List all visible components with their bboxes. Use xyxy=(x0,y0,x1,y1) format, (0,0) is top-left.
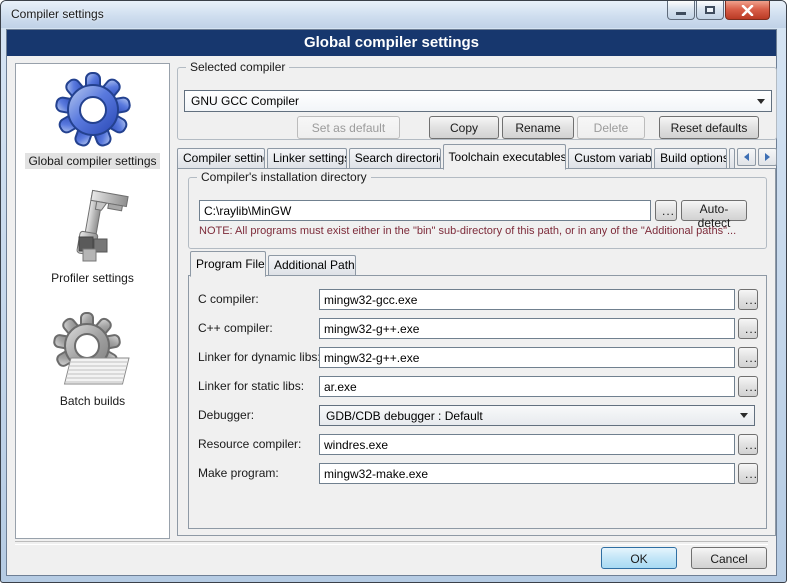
debugger-select-value: GDB/CDB debugger : Default xyxy=(326,409,740,423)
sidebar-item-label: Batch builds xyxy=(57,393,128,409)
tab-program-files[interactable]: Program Files xyxy=(190,251,266,277)
selected-compiler-group-label: Selected compiler xyxy=(186,60,289,74)
linker-static-browse-button[interactable]: ... xyxy=(738,376,758,397)
blue-gear-icon xyxy=(49,70,137,150)
c-compiler-browse-button[interactable]: ... xyxy=(738,289,758,310)
window-controls xyxy=(667,1,770,20)
set-as-default-button[interactable]: Set as default xyxy=(297,116,400,139)
tab-linker-settings[interactable]: Linker settings xyxy=(267,148,347,169)
debugger-select[interactable]: GDB/CDB debugger : Default xyxy=(319,405,755,426)
resource-compiler-browse-button[interactable]: ... xyxy=(738,434,758,455)
gray-gear-icon xyxy=(47,310,139,390)
debugger-label: Debugger: xyxy=(198,408,254,422)
arrow-right-icon xyxy=(765,153,770,161)
tab-toolchain-executables[interactable]: Toolchain executables xyxy=(443,144,567,170)
resource-compiler-label: Resource compiler: xyxy=(198,437,301,451)
program-files-tabstrip: Program Files Additional Paths xyxy=(190,254,358,276)
compiler-select[interactable]: GNU GCC Compiler xyxy=(184,90,772,112)
program-files-panel: C compiler: ... C++ compiler: ... Linker… xyxy=(188,275,767,529)
minimize-icon xyxy=(676,12,686,15)
installation-directory-group-label: Compiler's installation directory xyxy=(197,170,371,184)
tab-additional-paths[interactable]: Additional Paths xyxy=(268,255,356,276)
installation-directory-browse-button[interactable]: ... xyxy=(655,200,677,221)
maximize-icon xyxy=(705,6,715,14)
tab-scroll-right-button[interactable] xyxy=(758,148,777,166)
tab-custom-variables[interactable]: Custom variables xyxy=(568,148,652,169)
minimize-button[interactable] xyxy=(667,1,695,20)
cancel-button[interactable]: Cancel xyxy=(691,547,767,569)
page-title: Global compiler settings xyxy=(7,30,776,56)
linker-static-label: Linker for static libs: xyxy=(198,379,304,393)
make-program-input[interactable] xyxy=(319,463,735,484)
tab-scroll-left-button[interactable] xyxy=(737,148,756,166)
window-title: Compiler settings xyxy=(11,7,104,21)
linker-dynamic-input[interactable] xyxy=(319,347,735,368)
cpp-compiler-browse-button[interactable]: ... xyxy=(738,318,758,339)
rename-button[interactable]: Rename xyxy=(502,116,574,139)
reset-defaults-button[interactable]: Reset defaults xyxy=(659,116,759,139)
settings-sidebar: Global compiler settings xyxy=(15,63,170,539)
tab-compiler-settings[interactable]: Compiler settings xyxy=(177,148,265,169)
installation-directory-input[interactable] xyxy=(199,200,651,221)
cpp-compiler-input[interactable] xyxy=(319,318,735,339)
maximize-button[interactable] xyxy=(696,1,724,20)
footer-separator xyxy=(15,541,768,545)
dialog-body: Global compiler settings xyxy=(6,29,777,576)
sidebar-item-batch-builds[interactable]: Batch builds xyxy=(16,310,169,409)
chevron-down-icon xyxy=(740,413,748,418)
chevron-down-icon xyxy=(757,99,765,104)
sidebar-item-label: Profiler settings xyxy=(48,270,137,286)
toolchain-panel: Compiler's installation directory ... Au… xyxy=(177,168,776,536)
caliper-icon xyxy=(53,187,133,267)
tab-scroll-buttons xyxy=(737,148,777,166)
arrow-left-icon xyxy=(744,153,749,161)
auto-detect-button[interactable]: Auto-detect xyxy=(681,200,747,221)
settings-tabstrip: Compiler settings Linker settings Search… xyxy=(177,146,777,169)
tab-partial[interactable] xyxy=(729,148,735,169)
installation-note: NOTE: All programs must exist either in … xyxy=(199,225,736,237)
make-program-label: Make program: xyxy=(198,466,279,480)
c-compiler-label: C compiler: xyxy=(198,292,259,306)
sidebar-item-profiler-settings[interactable]: Profiler settings xyxy=(16,187,169,286)
selected-compiler-group: Selected compiler GNU GCC Compiler Set a… xyxy=(177,67,777,140)
close-icon xyxy=(741,5,754,16)
linker-dynamic-label: Linker for dynamic libs: xyxy=(198,350,321,364)
tab-build-options[interactable]: Build options xyxy=(654,148,727,169)
sidebar-item-label: Global compiler settings xyxy=(25,153,159,169)
titlebar[interactable]: Compiler settings xyxy=(1,1,786,28)
tab-search-directories[interactable]: Search directories xyxy=(349,148,441,169)
compiler-select-value: GNU GCC Compiler xyxy=(191,94,757,108)
compiler-settings-window: Compiler settings Global compiler settin… xyxy=(0,0,787,583)
cpp-compiler-label: C++ compiler: xyxy=(198,321,273,335)
installation-directory-group: Compiler's installation directory ... Au… xyxy=(188,177,767,249)
linker-dynamic-browse-button[interactable]: ... xyxy=(738,347,758,368)
sidebar-item-global-compiler-settings[interactable]: Global compiler settings xyxy=(16,70,169,169)
delete-button[interactable]: Delete xyxy=(577,116,645,139)
close-button[interactable] xyxy=(725,1,770,20)
c-compiler-input[interactable] xyxy=(319,289,735,310)
ok-button[interactable]: OK xyxy=(601,547,677,569)
copy-button[interactable]: Copy xyxy=(429,116,499,139)
resource-compiler-input[interactable] xyxy=(319,434,735,455)
linker-static-input[interactable] xyxy=(319,376,735,397)
make-program-browse-button[interactable]: ... xyxy=(738,463,758,484)
